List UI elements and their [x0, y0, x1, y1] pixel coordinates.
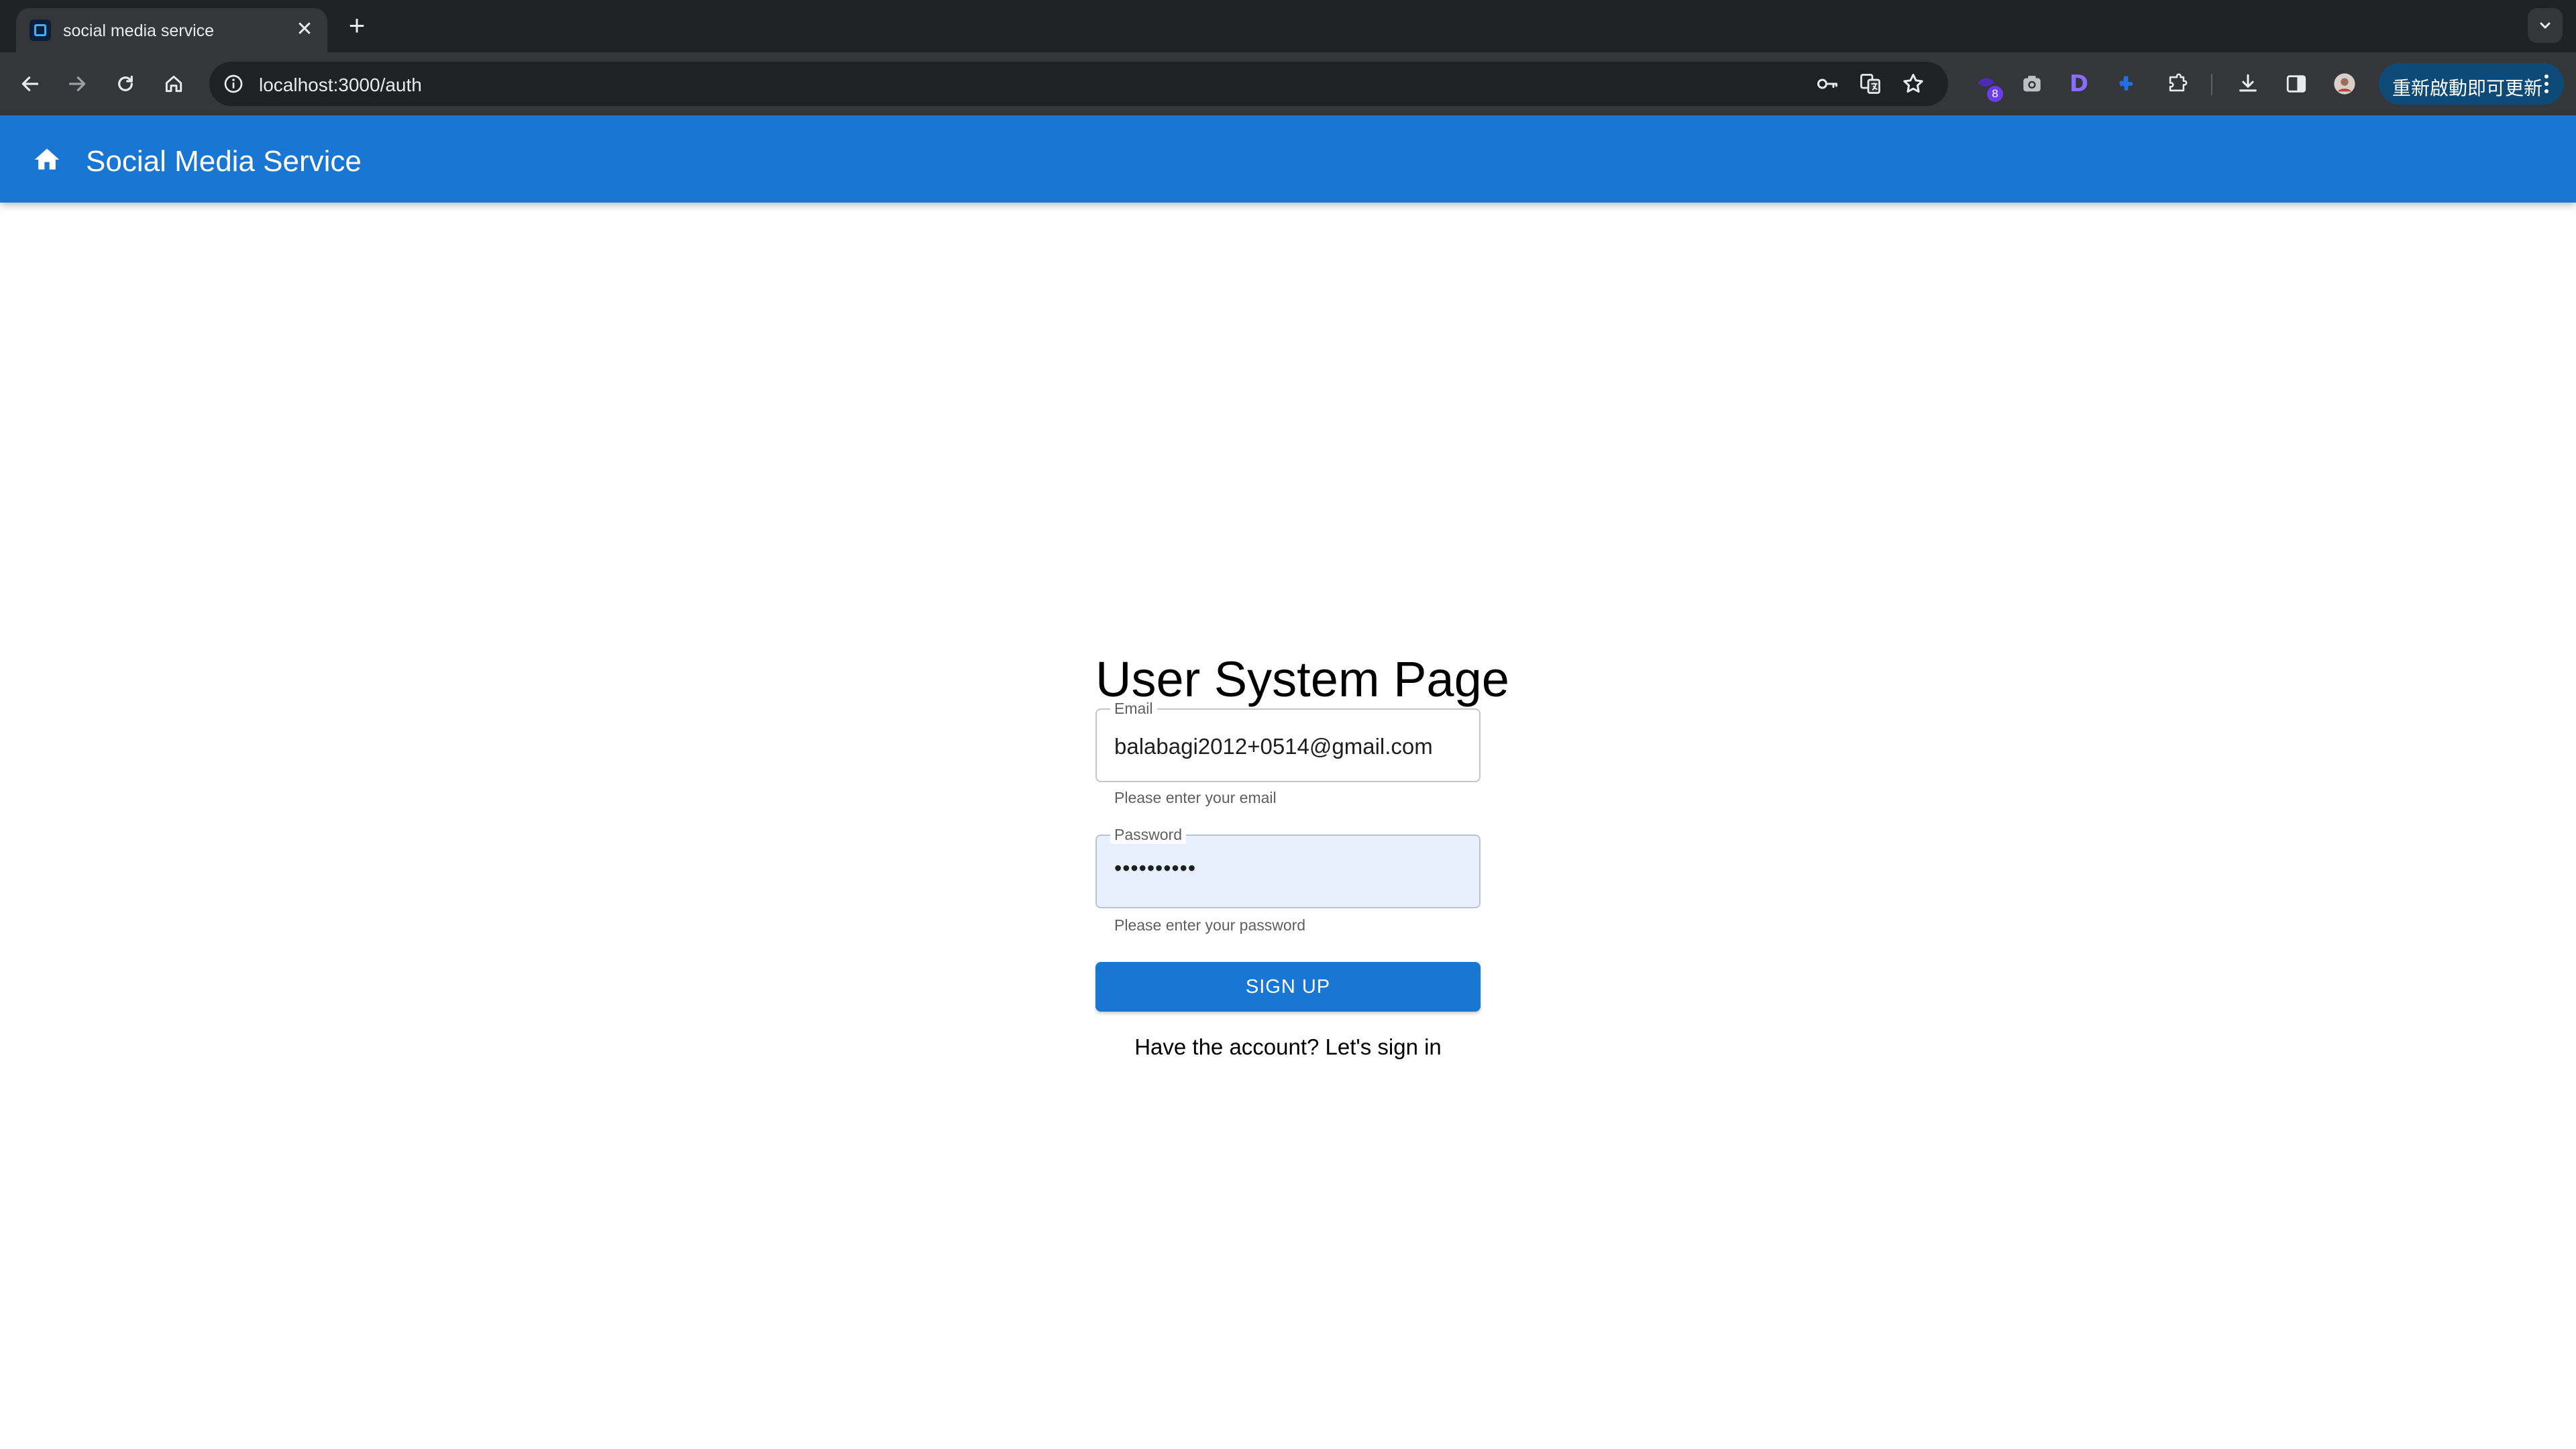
email-input-value[interactable]: balabagi2012+0514@gmail.com: [1114, 734, 1433, 759]
extension-blue-puzzle-icon[interactable]: [2110, 67, 2144, 101]
sign-in-link[interactable]: Have the account? Let's sign in: [1095, 1034, 1481, 1060]
reload-icon[interactable]: [109, 67, 142, 101]
tab-search-chevron-icon[interactable]: [2528, 8, 2563, 43]
email-field[interactable]: Email balabagi2012+0514@gmail.com: [1095, 699, 1481, 782]
address-bar[interactable]: localhost:3000/auth: [209, 62, 1948, 106]
app-bar: Social Media Service: [0, 115, 2576, 203]
site-info-icon[interactable]: [221, 72, 246, 96]
screenshot-camera-icon[interactable]: [2015, 67, 2049, 101]
tab-close-icon[interactable]: ✕: [292, 17, 317, 42]
kebab-menu-icon[interactable]: [2540, 70, 2553, 97]
home-icon[interactable]: [157, 67, 191, 101]
extension-d-icon[interactable]: D: [2062, 67, 2096, 101]
side-panel-icon[interactable]: [2279, 67, 2313, 101]
app-title: Social Media Service: [86, 145, 362, 178]
toolbar-separator: [2211, 74, 2212, 95]
downloads-icon[interactable]: [2231, 67, 2265, 101]
forward-arrow-icon[interactable]: [60, 67, 94, 101]
email-helper-text: Please enter your email: [1114, 789, 1277, 806]
browser-tab-active[interactable]: social media service ✕: [16, 8, 327, 52]
password-helper-text: Please enter your password: [1114, 916, 1306, 934]
password-label: Password: [1110, 825, 1186, 844]
update-label: 重新啟動即可更新: [2392, 78, 2543, 99]
extension-badge: 8: [1987, 86, 2003, 102]
address-bar-url: localhost:3000/auth: [259, 74, 422, 95]
extension-purple-icon[interactable]: 8: [1970, 67, 2003, 102]
extensions-puzzle-icon[interactable]: [2160, 67, 2194, 101]
new-tab-button[interactable]: +: [342, 11, 372, 40]
email-label: Email: [1110, 699, 1157, 718]
browser-tabstrip: social media service ✕ +: [0, 0, 2576, 52]
translate-icon[interactable]: [1857, 70, 1884, 97]
password-field[interactable]: Password ••••••••••: [1095, 825, 1481, 908]
extension-d-letter: D: [2069, 70, 2089, 97]
update-restart-button[interactable]: 重新啟動即可更新: [2379, 63, 2564, 105]
tab-favicon-icon: [30, 19, 51, 41]
password-key-icon[interactable]: [1814, 70, 1841, 97]
home-icon[interactable]: [30, 142, 64, 177]
password-input-value[interactable]: ••••••••••: [1114, 856, 1196, 881]
sign-up-button[interactable]: SIGN UP: [1095, 962, 1481, 1012]
tab-title: social media service: [63, 21, 215, 40]
browser-toolbar: localhost:3000/auth 8 D 重新啟動即可更新: [0, 52, 2576, 115]
bookmark-star-icon[interactable]: [1900, 70, 1927, 97]
back-arrow-icon[interactable]: [13, 67, 47, 101]
profile-avatar-icon[interactable]: [2328, 67, 2361, 101]
